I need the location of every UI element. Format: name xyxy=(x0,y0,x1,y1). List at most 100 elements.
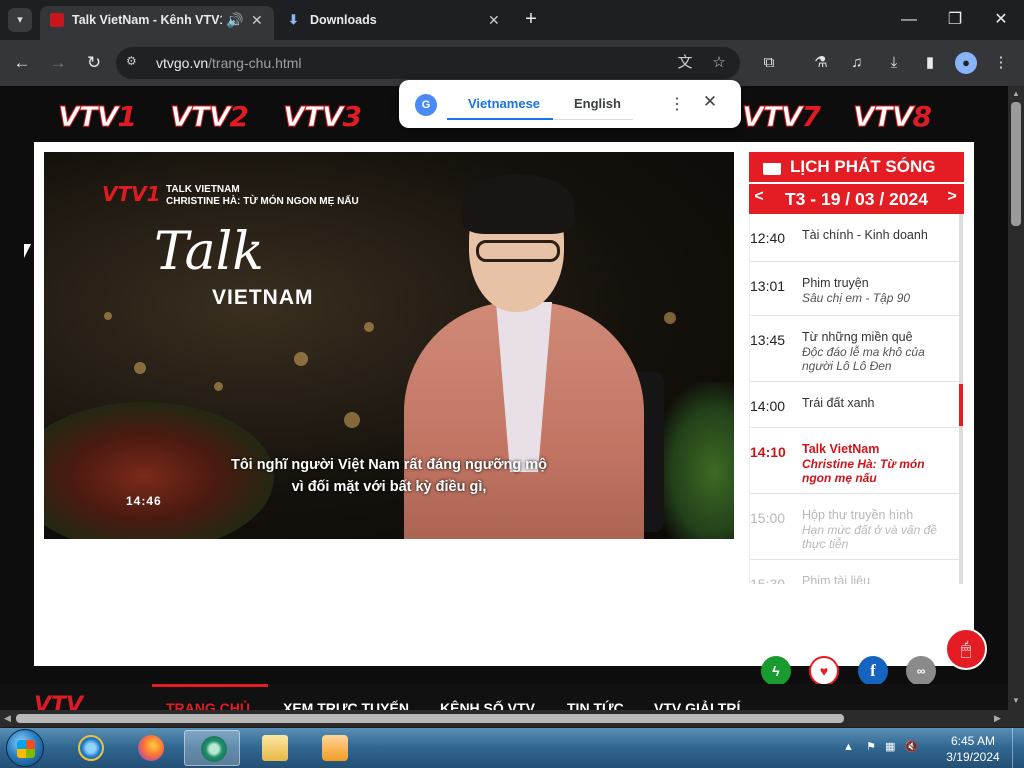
video-timestamp: 14:46 xyxy=(126,494,162,508)
copy-link-button[interactable]: ∞ xyxy=(906,656,936,686)
site-logo[interactable]: VTV xyxy=(34,693,83,710)
page-vertical-scrollbar[interactable]: ▲ ▼ xyxy=(1008,86,1024,710)
nav-item-home[interactable]: TRANG CHỦ xyxy=(166,700,250,710)
extensions-icon[interactable]: ⧉ xyxy=(758,52,780,74)
new-tab-button[interactable]: + xyxy=(520,8,542,30)
labs-icon[interactable]: ⚗ xyxy=(810,52,832,74)
google-translate-icon: G xyxy=(415,94,437,116)
scroll-right-arrow[interactable]: ▶ xyxy=(994,713,1001,724)
tab-close-icon[interactable]: ✕ xyxy=(251,6,263,34)
maximize-button[interactable]: ❐ xyxy=(940,8,970,32)
horizontal-scroll-thumb[interactable] xyxy=(16,714,844,723)
start-button[interactable] xyxy=(6,729,44,767)
schedule-scroll-thumb[interactable] xyxy=(959,384,963,426)
network-icon[interactable]: ▦ xyxy=(885,741,895,753)
schedule-scrollbar[interactable] xyxy=(959,214,963,584)
schedule-item[interactable]: 13:45 Từ những miền quê Độc đáo lễ ma kh… xyxy=(750,316,959,382)
download-icon: ⬇ xyxy=(288,12,299,27)
heart-icon: ♥ xyxy=(819,663,829,679)
reload-button[interactable]: ↻ xyxy=(83,52,105,74)
facebook-icon: f xyxy=(870,661,876,680)
item-episode: Hạn mức đất ở và vấn đề thực tiễn xyxy=(802,523,937,551)
language-tab-vietnamese[interactable]: Vietnamese xyxy=(468,96,540,111)
nav-item-entertainment[interactable]: VTV GIẢI TRÍ xyxy=(654,700,740,710)
mouse-cursor-icon xyxy=(24,244,31,258)
internet-explorer-taskbar-button[interactable] xyxy=(62,730,118,766)
scroll-left-arrow[interactable]: ◀ xyxy=(4,713,11,724)
translate-icon[interactable]: 文 xyxy=(674,53,696,75)
nav-item-live[interactable]: XEM TRỰC TUYẾN xyxy=(283,700,409,710)
language-tab-english[interactable]: English xyxy=(574,96,621,111)
item-program: Phim truyện xyxy=(802,276,869,290)
next-day-button[interactable]: > xyxy=(942,188,962,206)
video-subtitles: Tôi nghĩ người Việt Nam rất đáng ngưỡng … xyxy=(44,454,734,498)
system-tray: ▲ ⚑ ▦ 🔇 xyxy=(843,740,918,753)
channel-vtv2-logo[interactable]: VTV2 xyxy=(169,100,248,134)
bokeh-light xyxy=(664,312,676,324)
chrome-taskbar-button[interactable] xyxy=(184,730,240,766)
schedule-title: LỊCH PHÁT SÓNG xyxy=(790,157,936,176)
prev-day-button[interactable]: < xyxy=(749,188,769,206)
show-desktop-button[interactable] xyxy=(1012,728,1024,768)
tab-search-button[interactable]: ▾ xyxy=(8,8,32,32)
action-center-flag-icon[interactable]: ⚑ xyxy=(866,741,876,753)
profile-avatar-icon[interactable]: ● xyxy=(955,52,977,74)
selected-language-indicator xyxy=(447,118,553,120)
schedule-date-bar: T3 - 19 / 03 / 2024 < > xyxy=(749,184,964,214)
firefox-taskbar-button[interactable] xyxy=(122,730,178,766)
firefox-icon xyxy=(138,735,164,761)
tab-downloads[interactable]: ⬇ Downloads ✕ xyxy=(278,6,514,40)
translate-options-icon[interactable]: ⋮ xyxy=(669,94,685,114)
back-button[interactable]: ← xyxy=(11,52,33,74)
minimize-button[interactable]: — xyxy=(894,8,924,32)
page-horizontal-scrollbar[interactable]: ◀ ▶ xyxy=(0,710,1008,727)
favorite-button[interactable]: ♥ xyxy=(809,656,839,686)
schedule-item[interactable]: 14:00 Trái đất xanh xyxy=(750,382,959,428)
schedule-item[interactable]: 12:40 Tài chính - Kinh doanh xyxy=(750,214,959,262)
site-info-icon[interactable]: ⚙ xyxy=(126,54,144,72)
schedule-list[interactable]: 12:40 Tài chính - Kinh doanh 13:01 Phim … xyxy=(749,214,959,584)
url-text[interactable]: vtvgo.vn/trang-chu.html xyxy=(156,55,302,71)
translate-close-icon[interactable]: ✕ xyxy=(701,92,719,112)
subtitle-line: Tôi nghĩ người Việt Nam rất đáng ngưỡng … xyxy=(230,457,548,473)
taskbar-clock[interactable]: 6:45 AM 3/19/2024 xyxy=(940,733,1006,765)
nav-item-news[interactable]: TIN TỨC xyxy=(567,700,624,710)
scroll-helper-button[interactable]: 🖱 xyxy=(945,628,987,670)
side-panel-icon[interactable]: ▮ xyxy=(919,52,941,74)
schedule-item[interactable]: 15:00 Hộp thư truyền hình Hạn mức đất ở … xyxy=(750,494,959,560)
mouse-icon: 🖱 xyxy=(960,639,972,659)
address-bar[interactable]: ⚙ vtvgo.vn/trang-chu.html 文 ☆ xyxy=(116,47,740,79)
nav-item-digital-channels[interactable]: KÊNH SỐ VTV xyxy=(440,700,535,710)
tab-title: Downloads xyxy=(310,13,377,27)
volume-muted-icon[interactable]: 🔇 xyxy=(905,741,919,753)
tray-expand-icon[interactable]: ▲ xyxy=(843,741,854,753)
facebook-share-button[interactable]: f xyxy=(858,656,888,686)
schedule-item[interactable]: 13:01 Phim truyện Sâu chị em - Tập 90 xyxy=(750,262,959,316)
flash-share-button[interactable]: ϟ xyxy=(761,656,791,686)
downloads-icon[interactable]: ⤓ xyxy=(883,52,905,74)
channel-vtv3-logo[interactable]: VTV3 xyxy=(282,100,361,134)
audio-playing-icon[interactable]: 🔊 xyxy=(226,6,243,34)
bokeh-light xyxy=(214,382,223,391)
item-episode: Độc đáo lễ ma khô của người Lô Lô Đen xyxy=(802,345,925,373)
overlay-episode-name: CHRISTINE HÀ: TỪ MÓN NGON MẸ NẤU xyxy=(166,196,359,207)
forward-button[interactable]: → xyxy=(47,52,69,74)
tab-close-icon[interactable]: ✕ xyxy=(488,6,500,34)
browser-menu-icon[interactable]: ⋮ xyxy=(990,52,1012,74)
schedule-item[interactable]: 15:30 Phim tài liệu xyxy=(750,560,959,584)
scroll-up-arrow[interactable]: ▲ xyxy=(1011,89,1021,98)
vertical-scroll-thumb[interactable] xyxy=(1011,102,1021,226)
channel-vtv7-logo[interactable]: VTV7 xyxy=(741,100,820,134)
video-player[interactable]: VTV1 TALK VIETNAM CHRISTINE HÀ: TỪ MÓN N… xyxy=(44,152,734,539)
media-control-icon[interactable]: ♫ xyxy=(846,52,868,74)
close-window-button[interactable]: ✕ xyxy=(986,8,1016,32)
item-time: 13:01 xyxy=(750,278,786,294)
scroll-down-arrow[interactable]: ▼ xyxy=(1011,696,1021,705)
media-player-taskbar-button[interactable] xyxy=(306,730,362,766)
schedule-item-live[interactable]: 14:10 Talk VietNam Christine Hà: Từ món … xyxy=(750,428,959,494)
explorer-taskbar-button[interactable] xyxy=(246,730,302,766)
channel-vtv8-logo[interactable]: VTV8 xyxy=(852,100,931,134)
tab-vtv1[interactable]: Talk VietNam - Kênh VTV1, 🔊 ✕ xyxy=(40,6,274,40)
channel-vtv1-logo[interactable]: VTV1 xyxy=(57,100,136,134)
bookmark-star-icon[interactable]: ☆ xyxy=(708,53,730,75)
